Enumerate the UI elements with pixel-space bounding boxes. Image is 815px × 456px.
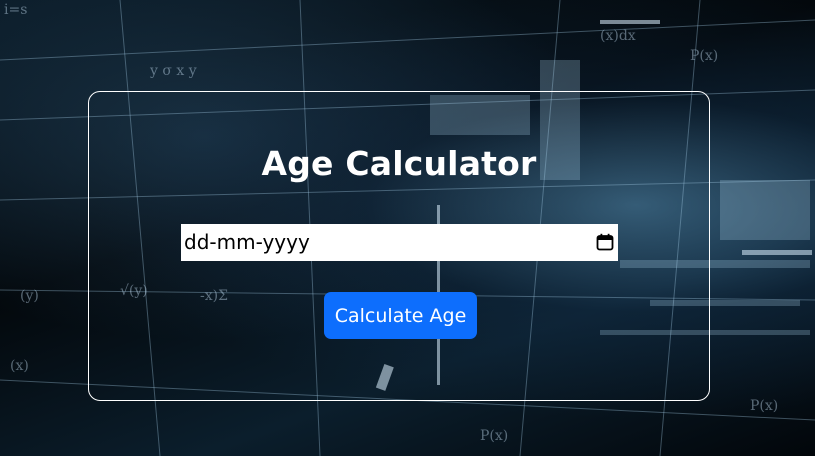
calendar-icon[interactable] bbox=[596, 233, 614, 251]
date-input-placeholder: dd-mm-yyyy bbox=[184, 230, 310, 254]
birth-date-input[interactable]: dd-mm-yyyy bbox=[181, 224, 618, 261]
svg-text:P(x): P(x) bbox=[750, 398, 778, 414]
svg-text:(y): (y) bbox=[20, 288, 39, 304]
svg-text:(x)dx: (x)dx bbox=[600, 28, 636, 44]
page-title: Age Calculator bbox=[261, 144, 537, 183]
calculate-age-button[interactable]: Calculate Age bbox=[324, 292, 477, 339]
svg-text:P(x): P(x) bbox=[480, 428, 508, 444]
svg-text:P(x): P(x) bbox=[690, 48, 718, 64]
svg-text:(x): (x) bbox=[10, 358, 29, 374]
svg-text:i=s: i=s bbox=[4, 2, 27, 18]
svg-text:y σ x y: y σ x y bbox=[149, 63, 197, 79]
age-calculator-card: Age Calculator dd-mm-yyyy Calculate Age bbox=[88, 91, 710, 401]
